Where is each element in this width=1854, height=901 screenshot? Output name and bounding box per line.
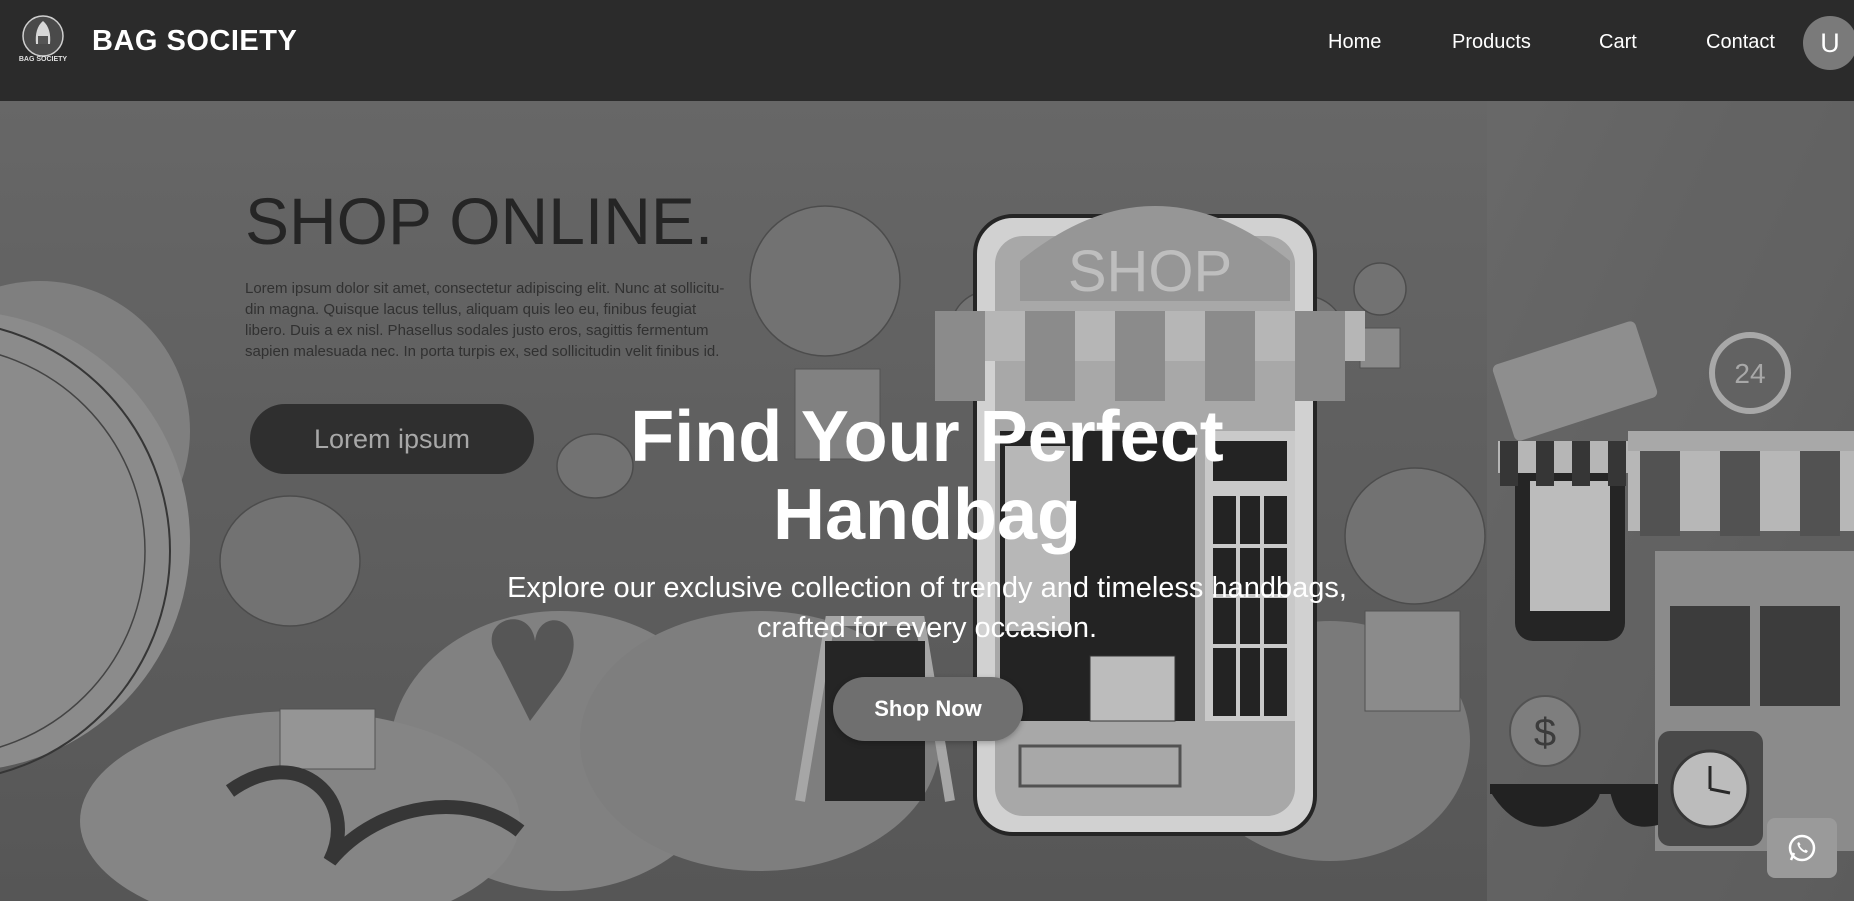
whatsapp-icon	[1788, 834, 1816, 862]
brand-name[interactable]: BAG SOCIETY	[92, 25, 297, 58]
hero-title-line2: Handbag	[772, 475, 1081, 555]
logo-text: BAG SOCIETY	[19, 56, 68, 63]
hero-title-line1: Find Your Perfect	[630, 397, 1224, 477]
top-navbar: BAG SOCIETY BAG SOCIETY Home Products Ca…	[0, 0, 1854, 101]
nav-home[interactable]: Home	[1328, 31, 1381, 54]
nav-cart[interactable]: Cart	[1599, 31, 1637, 54]
hero-subtitle-line1: Explore our exclusive collection of tren…	[507, 572, 1347, 604]
nav-products[interactable]: Products	[1452, 31, 1531, 54]
whatsapp-button[interactable]	[1767, 818, 1837, 878]
brand-logo[interactable]: BAG SOCIETY	[15, 14, 71, 64]
hero-section: SHOP ONLINE. Lorem ipsum dolor sit amet,…	[0, 101, 1854, 901]
hero-title: Find Your Perfect Handbag	[0, 398, 1854, 554]
nav-contact[interactable]: Contact	[1706, 31, 1775, 54]
user-avatar[interactable]: U	[1803, 16, 1854, 70]
hero-subtitle-line2: crafted for every occasion.	[756, 612, 1098, 644]
shop-now-button[interactable]: Shop Now	[833, 677, 1023, 741]
hero-subtitle: Explore our exclusive collection of tren…	[470, 568, 1384, 648]
